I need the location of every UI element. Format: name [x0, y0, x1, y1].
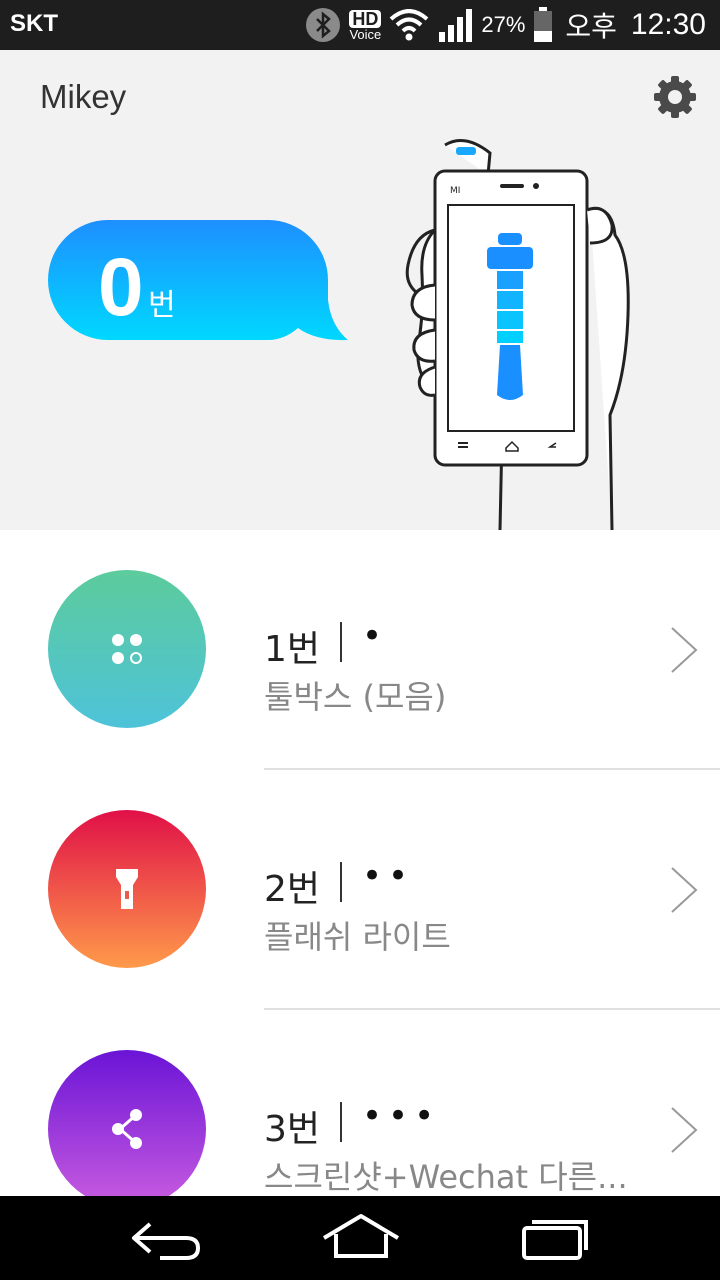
item-label: 툴박스 (모음): [264, 678, 447, 716]
share-icon: [112, 1109, 142, 1149]
carrier-label: SKT: [10, 10, 58, 37]
recents-button[interactable]: [510, 1210, 600, 1266]
bluetooth-icon: [305, 7, 341, 43]
item-label: 플래쉬 라이트: [264, 918, 451, 956]
svg-text:MI: MI: [450, 186, 460, 196]
separator: [340, 622, 342, 662]
ampm-label: 오후: [565, 10, 617, 43]
chevron-right-icon: [671, 1107, 698, 1153]
item-label: 스크린샷+Wechat 다른...: [264, 1158, 628, 1196]
screenshot-circle: [48, 1050, 206, 1196]
wifi-icon: [389, 9, 429, 41]
press-dots: •: [362, 616, 389, 656]
status-icons: HD Voice 27% 오후 12:30: [305, 5, 706, 45]
navigation-bar: [0, 1196, 720, 1280]
flashlight-icon: [116, 869, 138, 909]
hd-voice-icon: HD Voice: [349, 8, 382, 42]
header-panel: Mikey 0 번 MI: [0, 50, 720, 530]
settings-button[interactable]: [652, 74, 698, 120]
press-count-unit: 번: [148, 288, 176, 323]
clock: 12:30: [630, 8, 706, 41]
separator: [340, 1102, 342, 1142]
toolbox-circle: [48, 570, 206, 728]
list-item-screenshot[interactable]: 3번 ••• 스크린샷+Wechat 다른...: [0, 1010, 720, 1196]
back-icon: [132, 1222, 201, 1260]
signal-icon: [437, 8, 473, 42]
flashlight-circle: [48, 810, 206, 968]
battery-percent: 27%: [481, 12, 526, 37]
status-bar: SKT HD Voice 27% 오후 12:30: [0, 0, 720, 50]
item-number: 1번: [264, 629, 321, 670]
home-icon: [322, 1214, 400, 1258]
phone-illustration: MI: [405, 139, 630, 530]
four-dots-icon: [112, 634, 142, 664]
item-number: 2번: [264, 869, 321, 910]
shortcut-list: 1번 • 툴박스 (모음) 2번 •• 플래쉬 라이트 3번 ••• 스크린샷+…: [0, 530, 720, 1196]
back-button[interactable]: [120, 1210, 210, 1266]
chevron-right-icon: [671, 867, 698, 913]
recents-icon: [522, 1220, 588, 1260]
separator: [340, 862, 342, 902]
press-dots: •••: [362, 1096, 441, 1136]
item-number: 3번: [264, 1109, 321, 1150]
app-title: Mikey: [40, 78, 127, 115]
press-count-number: 0: [98, 242, 144, 333]
battery-icon: [533, 7, 553, 43]
list-item-toolbox[interactable]: 1번 • 툴박스 (모음): [0, 530, 720, 770]
list-item-flashlight[interactable]: 2번 •• 플래쉬 라이트: [0, 770, 720, 1010]
home-button[interactable]: [316, 1210, 406, 1266]
chevron-right-icon: [671, 627, 698, 673]
press-dots: ••: [362, 856, 415, 896]
press-count-bubble: 0 번: [48, 220, 348, 360]
gear-icon: [654, 76, 696, 118]
